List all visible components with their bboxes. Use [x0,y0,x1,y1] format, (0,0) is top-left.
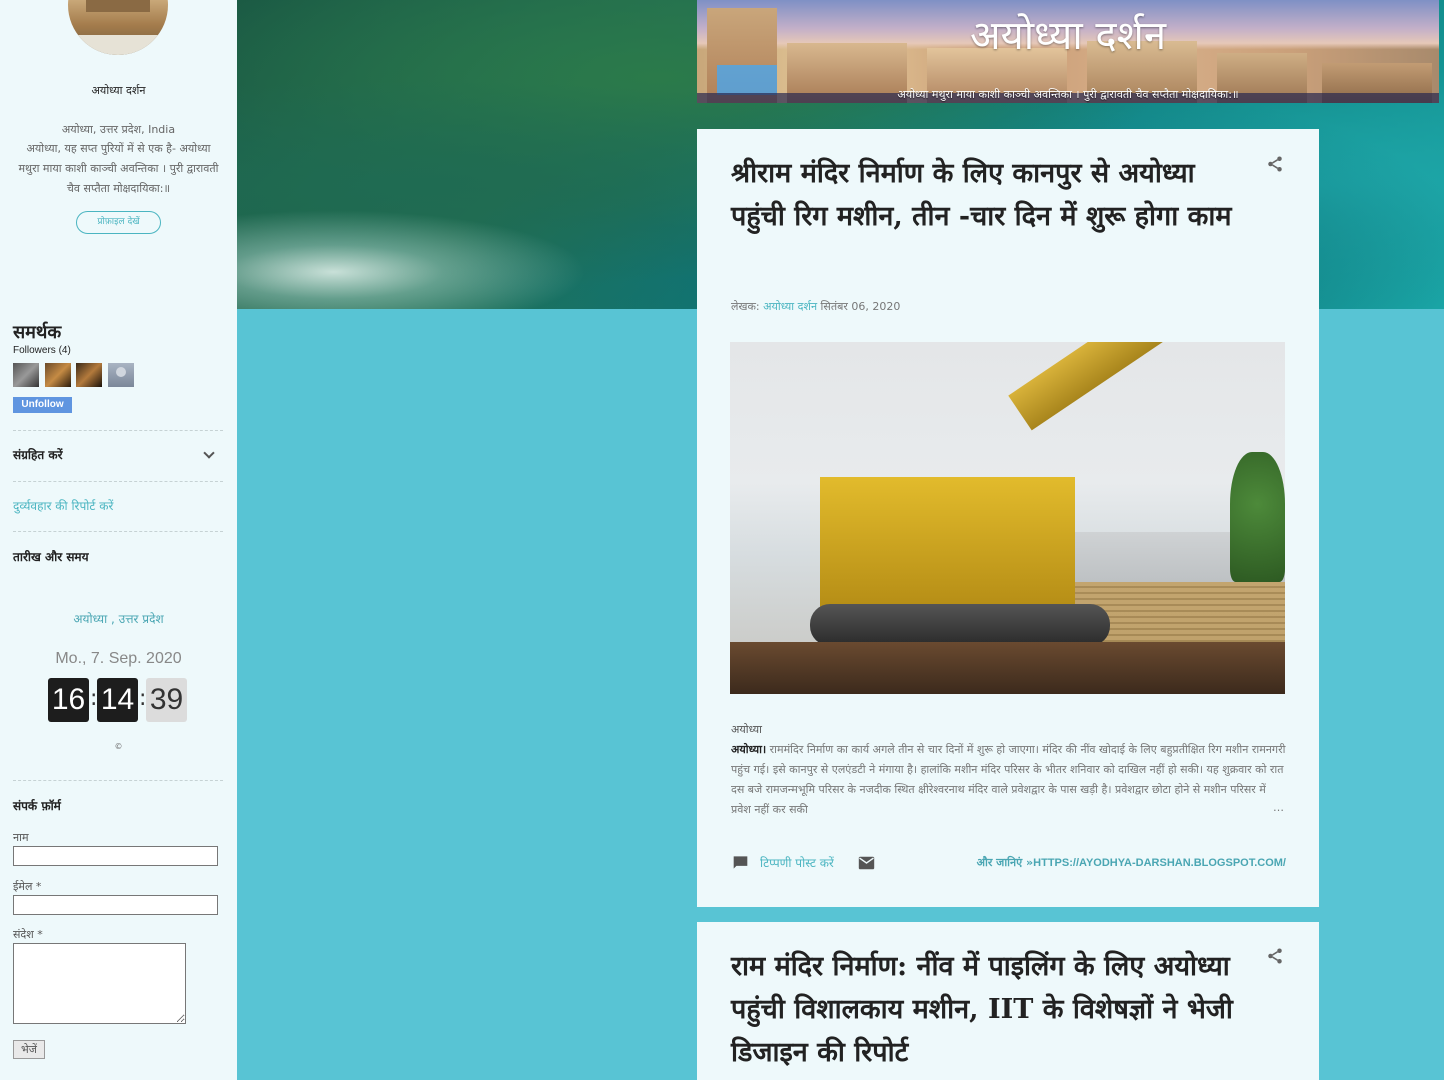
divider [13,531,223,532]
chevron-down-icon[interactable] [203,447,215,459]
post-meta: लेखक: अयोध्या दर्शन सितंबर 06, 2020 [731,299,900,314]
profile-about: अयोध्या, यह सप्त पुरियों में से एक है- अ… [18,142,219,195]
snippet-ellipsis: … [1273,801,1284,814]
followers-count: Followers (4) [13,345,71,356]
meta-prefix: लेखक: [731,300,760,313]
divider [13,430,223,431]
datetime-heading: तारीख और समय [13,550,89,564]
clock-seconds: 39 [146,678,187,722]
blog-name[interactable]: अयोध्या दर्शन [0,83,237,98]
profile-avatar[interactable] [68,0,168,55]
divider [13,780,223,781]
comment-icon[interactable] [732,855,749,870]
post-author-link[interactable]: अयोध्या दर्शन [763,300,817,313]
post-date[interactable]: सितंबर 06, 2020 [821,300,901,313]
report-abuse-link[interactable]: दुर्व्यवहार की रिपोर्ट करें [13,497,113,514]
snippet-lead: अयोध्या। [731,743,767,756]
post-card: राम मंदिर निर्माण: नींव में पाइलिंग के ल… [697,922,1319,1080]
share-icon[interactable] [1266,947,1284,965]
follower-avatar[interactable] [76,363,102,387]
send-button[interactable]: भेजें [13,1040,45,1059]
follower-avatar[interactable] [45,363,71,387]
snippet-fade [1017,800,1287,822]
image-trailer [730,642,1285,694]
follower-avatar[interactable] [108,363,134,387]
email-field[interactable] [13,895,218,915]
profile-location: अयोध्या, उत्तर प्रदेश, India [61,123,176,136]
post-label[interactable]: अयोध्या [731,722,762,737]
clock-hours: 16 [48,678,89,722]
blog-subtitle: अयोध्या मथुरा माया काशी काञ्ची अवन्तिका … [897,88,1239,101]
contact-form-heading: संपर्क फ़ॉर्म [13,799,61,813]
image-rig-track [810,604,1110,646]
share-icon[interactable] [1266,155,1284,173]
header-banner[interactable]: अयोध्या दर्शन अयोध्या मथुरा माया काशी का… [697,0,1439,103]
name-field[interactable] [13,846,218,866]
clock-copyright-link[interactable]: © [0,742,237,751]
blog-title[interactable]: अयोध्या दर्शन [697,6,1439,61]
message-label: संदेश * [13,928,43,941]
clock-minutes: 14 [97,678,138,722]
post-title[interactable]: श्रीराम मंदिर निर्माण के लिए कानपुर से अ… [731,152,1251,238]
read-more-link[interactable]: और जानिएं »HTTPS://AYODHYA-DARSHAN.BLOGS… [947,855,1286,870]
mail-icon[interactable] [858,856,875,870]
follower-avatar[interactable] [13,363,39,387]
clock-date: Mo., 7. Sep. 2020 [55,650,182,667]
divider [13,481,223,482]
post-card: श्रीराम मंदिर निर्माण के लिए कानपुर से अ… [697,129,1319,907]
image-tree [1230,452,1285,582]
read-more-lead[interactable]: और जानिएं » [977,856,1034,869]
archive-toggle[interactable]: संग्रहित करें [13,446,63,463]
message-field[interactable] [13,943,186,1024]
image-rig-boom [1008,342,1223,431]
post-title[interactable]: राम मंदिर निर्माण: नींव में पाइलिंग के ल… [731,945,1251,1074]
post-comment-link[interactable]: टिप्पणी पोस्ट करें [760,854,834,871]
clock-location[interactable]: अयोध्या , उत्तर प्रदेश [0,610,237,627]
email-label: ईमेल * [13,880,42,893]
unfollow-button[interactable]: Unfollow [13,397,72,413]
read-more-url[interactable]: HTTPS://AYODHYA-DARSHAN.BLOGSPOT.COM/ [1033,857,1286,869]
sidebar: अयोध्या दर्शन अयोध्या, उत्तर प्रदेश, Ind… [0,0,237,1080]
name-label: नाम [13,831,29,844]
post-image[interactable] [730,342,1285,694]
view-profile-button[interactable]: प्रोफ़ाइल देखें [76,211,161,234]
followers-heading: समर्थक [13,322,62,343]
image-rig-body [820,477,1075,612]
